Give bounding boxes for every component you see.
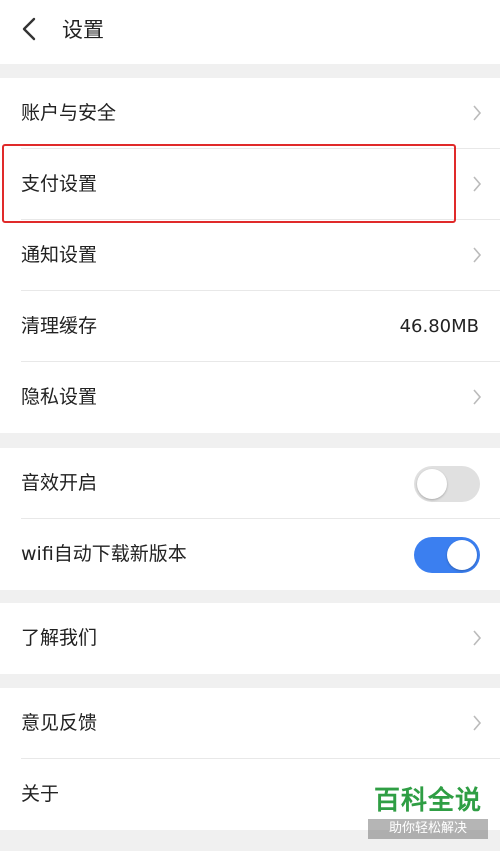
toggle-knob [447,540,477,570]
page-title: 设置 [62,18,104,42]
clear-cache-item[interactable]: 清理缓存 46.80MB [0,291,500,362]
chevron-right-icon [473,176,482,192]
chevron-right-icon [473,389,482,405]
highlight-box [2,144,456,223]
watermark-subtitle: 助你轻松解决 [368,819,488,839]
settings-group-about-us: 了解我们 [0,603,500,674]
header-bar: 设置 [0,0,500,64]
feedback-label: 意见反馈 [21,712,98,734]
chevron-right-icon [473,247,482,263]
chevron-right-icon [473,630,482,646]
notification-settings-label: 通知设置 [21,244,98,266]
about-us-item[interactable]: 了解我们 [0,603,500,674]
watermark-title: 百科全说 [373,786,482,816]
wifi-auto-download-label: wifi自动下载新版本 [21,543,187,565]
privacy-settings-label: 隐私设置 [21,386,98,408]
watermark: 百科全说 助你轻松解决 [368,785,488,839]
sound-effects-toggle[interactable] [414,466,480,502]
wifi-auto-download-toggle[interactable] [414,537,480,573]
account-security-item[interactable]: 账户与安全 [0,78,500,149]
wifi-auto-download-item: wifi自动下载新版本 [0,519,500,590]
chevron-right-icon [473,715,482,731]
sound-effects-label: 音效开启 [21,472,98,494]
sound-effects-item: 音效开启 [0,448,500,519]
notification-settings-item[interactable]: 通知设置 [0,220,500,291]
back-button[interactable] [14,14,44,44]
account-security-label: 账户与安全 [21,102,117,124]
feedback-item[interactable]: 意见反馈 [0,688,500,759]
settings-group-account: 账户与安全 支付设置 通知设置 清理缓存 46.80MB 隐私设置 [0,78,500,433]
back-arrow-icon [22,17,36,41]
about-us-label: 了解我们 [21,627,98,649]
chevron-right-icon [473,105,482,121]
settings-group-toggles: 音效开启 wifi自动下载新版本 [0,448,500,590]
clear-cache-label: 清理缓存 [21,315,98,337]
about-label: 关于 [21,783,60,805]
privacy-settings-item[interactable]: 隐私设置 [0,362,500,433]
cache-size-value: 46.80MB [399,316,479,337]
toggle-knob [417,469,447,499]
